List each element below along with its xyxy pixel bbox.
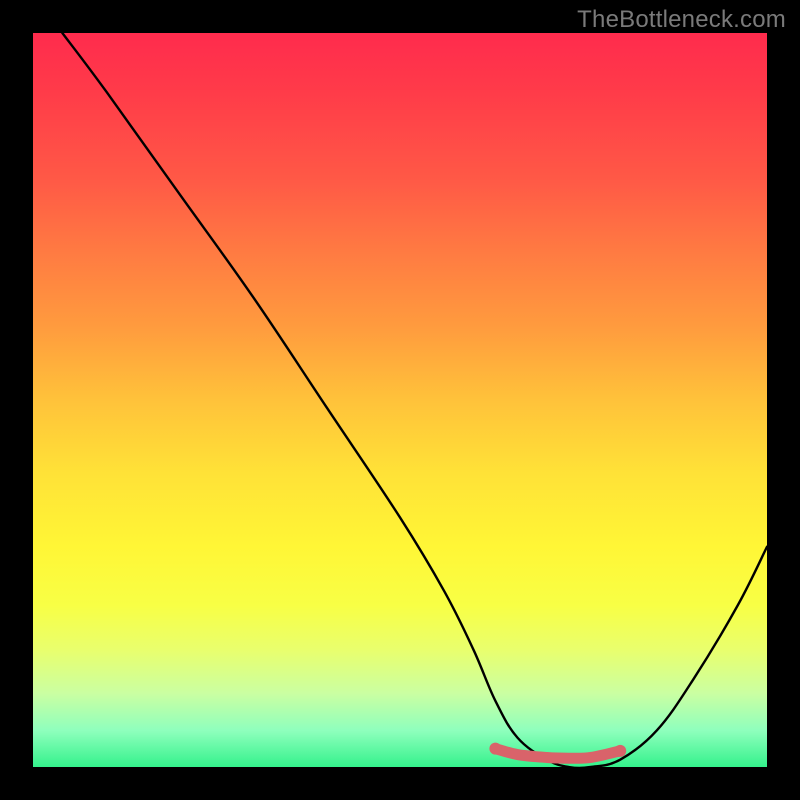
plot-area (33, 33, 767, 767)
curve-overlay (33, 33, 767, 767)
attribution-text: TheBottleneck.com (577, 6, 786, 34)
optimal-band (489, 743, 626, 759)
chart-frame: TheBottleneck.com (0, 0, 800, 800)
bottleneck-curve (62, 33, 767, 767)
